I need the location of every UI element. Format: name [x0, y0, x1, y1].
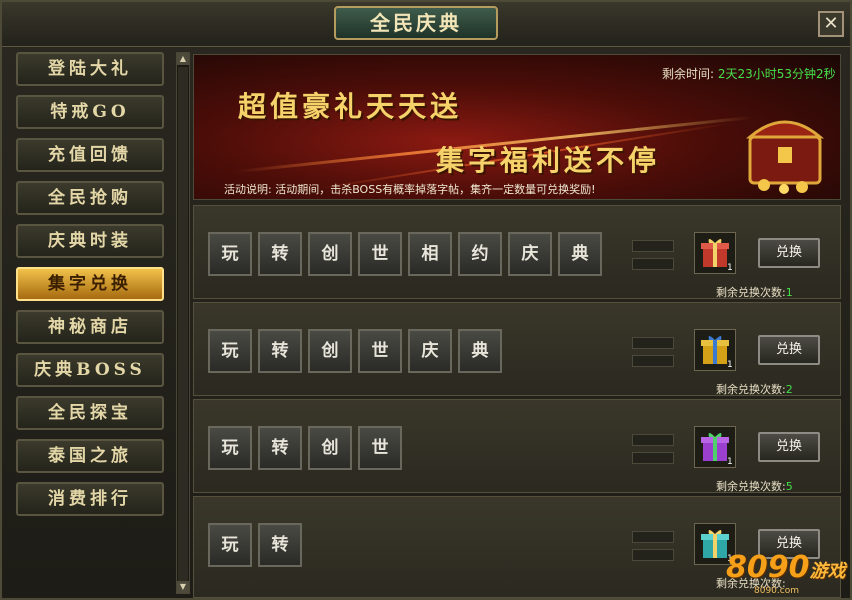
nav-item-treasure[interactable]: 全民探宝 — [16, 396, 164, 430]
redeem-button[interactable]: 兑换 — [758, 335, 820, 365]
char-tile: 典 — [458, 329, 502, 373]
close-button[interactable]: ✕ — [818, 11, 844, 37]
gift-box-icon[interactable]: 1 — [694, 426, 736, 468]
event-banner: 超值豪礼天天送 集字福利送不停 剩余时间: 2天23小时53分钟2秒 活动说明:… — [193, 54, 841, 200]
char-tile: 创 — [308, 426, 352, 470]
scroll-track[interactable] — [178, 67, 188, 581]
remaining-redeems-count: 5 — [785, 480, 793, 493]
remaining-redeems-label: 剩余兑换次数: — [716, 383, 786, 396]
site-watermark: 8090游戏 — [726, 550, 846, 585]
char-tile: 玩 — [208, 523, 252, 567]
slot-divider — [632, 240, 674, 252]
nav-item-costume[interactable]: 庆典时装 — [16, 224, 164, 258]
scroll-up-icon[interactable]: ▲ — [177, 53, 189, 65]
char-tile: 转 — [258, 329, 302, 373]
gift-count: 1 — [727, 263, 733, 273]
event-window: 全民庆典 ✕ 登陆大礼 特戒GO 充值回馈 全民抢购 庆典时装 集字兑换 神秘商… — [0, 0, 852, 600]
watermark-number: 8090 — [726, 550, 810, 585]
slot-divider — [632, 337, 674, 349]
remaining-redeems: 剩余兑换次数:5 — [716, 478, 793, 494]
char-tile: 典 — [558, 232, 602, 276]
nav-item-boss[interactable]: 庆典BOSS — [16, 353, 164, 387]
char-tile: 世 — [358, 329, 402, 373]
gift-count: 1 — [727, 360, 733, 370]
slot-divider — [632, 531, 674, 543]
char-tile: 玩 — [208, 426, 252, 470]
char-tile: 创 — [308, 329, 352, 373]
nav-item-mystery-shop[interactable]: 神秘商店 — [16, 310, 164, 344]
char-tile: 玩 — [208, 232, 252, 276]
slot-divider — [632, 549, 674, 561]
activity-note: 活动说明: 活动期间，击杀BOSS有概率掉落字帖，集齐一定数量可兑换奖励! — [224, 183, 596, 196]
char-tile: 庆 — [508, 232, 552, 276]
nav-item-thailand-trip[interactable]: 泰国之旅 — [16, 439, 164, 473]
exchange-row: 玩 转 创 世 1 兑换 剩余兑换次数:5 — [193, 399, 841, 493]
remaining-redeems-count: 1 — [785, 286, 793, 299]
remaining-redeems-label: 剩余兑换次数: — [716, 286, 786, 299]
window-title: 全民庆典 — [334, 6, 498, 40]
char-tile: 相 — [408, 232, 452, 276]
exchange-row: 玩 转 创 世 相 约 庆 典 1 兑换 剩余兑换次数:1 — [193, 205, 841, 299]
remaining-time: 剩余时间: 2天23小时53分钟2秒 — [662, 65, 836, 82]
title-bar: 全民庆典 ✕ — [2, 2, 850, 47]
remaining-redeems: 剩余兑换次数:1 — [716, 284, 793, 300]
banner-headline: 超值豪礼天天送 — [238, 90, 463, 123]
char-tile: 世 — [358, 232, 402, 276]
nav-item-spend-ranking[interactable]: 消费排行 — [16, 482, 164, 516]
redeem-button[interactable]: 兑换 — [758, 432, 820, 462]
char-tile: 转 — [258, 232, 302, 276]
slot-divider — [632, 434, 674, 446]
char-tile: 创 — [308, 232, 352, 276]
nav-item-recharge-reward[interactable]: 充值回馈 — [16, 138, 164, 172]
char-tile: 庆 — [408, 329, 452, 373]
watermark-domain: 8090.com — [754, 586, 799, 596]
treasure-chest-icon — [745, 120, 825, 194]
remaining-time-label: 剩余时间: — [662, 67, 715, 81]
remaining-time-value: 2天23小时53分钟2秒 — [717, 67, 836, 81]
char-tile: 玩 — [208, 329, 252, 373]
nav-item-char-exchange[interactable]: 集字兑换 — [16, 267, 164, 301]
slot-divider — [632, 452, 674, 464]
exchange-row: 玩 转 创 世 庆 典 1 兑换 剩余兑换次数:2 — [193, 302, 841, 396]
char-tile: 转 — [258, 523, 302, 567]
remaining-redeems-count: 2 — [785, 383, 793, 396]
char-tile: 约 — [458, 232, 502, 276]
char-tile: 转 — [258, 426, 302, 470]
watermark-text: 游戏 — [809, 561, 846, 582]
char-tile: 世 — [358, 426, 402, 470]
redeem-button[interactable]: 兑换 — [758, 238, 820, 268]
scroll-down-icon[interactable]: ▼ — [177, 581, 189, 593]
nav-item-flash-sale[interactable]: 全民抢购 — [16, 181, 164, 215]
nav-item-special-ring[interactable]: 特戒GO — [16, 95, 164, 129]
gift-count: 1 — [727, 457, 733, 467]
slot-divider — [632, 355, 674, 367]
scrollbar[interactable]: ▲ ▼ — [176, 52, 190, 594]
gift-box-icon[interactable]: 1 — [694, 232, 736, 274]
banner-subheadline: 集字福利送不停 — [436, 144, 661, 177]
remaining-redeems: 剩余兑换次数:2 — [716, 381, 793, 397]
gift-box-icon[interactable]: 1 — [694, 329, 736, 371]
slot-divider — [632, 258, 674, 270]
nav-item-login-gift[interactable]: 登陆大礼 — [16, 52, 164, 86]
remaining-redeems-label: 剩余兑换次数: — [716, 480, 786, 493]
